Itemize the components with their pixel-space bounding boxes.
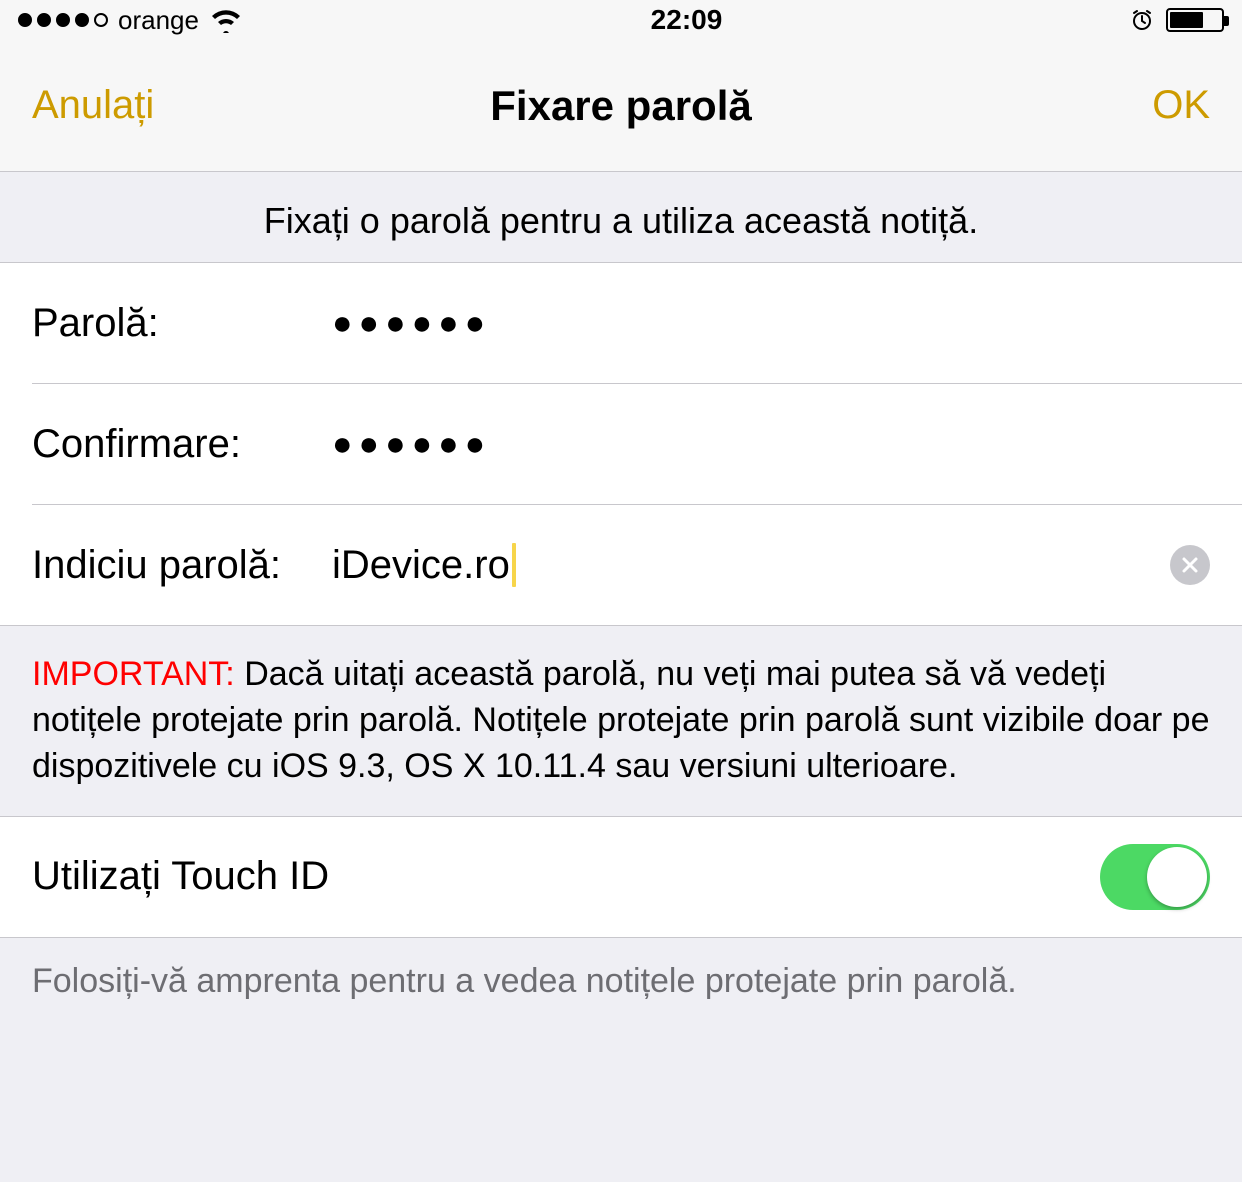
password-label: Parolă: [32,301,332,346]
done-button[interactable]: OK [1010,83,1210,128]
important-note: IMPORTANT: Dacă uitați această parolă, n… [0,626,1242,816]
hint-label: Indiciu parolă: [32,543,332,588]
password-field[interactable]: ●●●●●● [332,304,1210,343]
carrier-name: orange [118,5,199,36]
password-form-group: Parolă: ●●●●●● Confirmare: ●●●●●● Indici… [0,262,1242,626]
touchid-group: Utilizați Touch ID [0,816,1242,938]
clear-text-button[interactable] [1170,545,1210,585]
touchid-footer-text: Folosiți-vă amprenta pentru a vedea noti… [0,938,1242,1025]
hint-field[interactable]: iDevice.ro [332,543,510,588]
page-title: Fixare parolă [232,82,1010,130]
important-prefix: IMPORTANT: [32,655,235,693]
hint-row[interactable]: Indiciu parolă: iDevice.ro [0,505,1242,625]
confirm-field[interactable]: ●●●●●● [332,425,1210,464]
touchid-label: Utilizați Touch ID [32,854,329,899]
wifi-icon [209,7,243,33]
navigation-bar: Anulați Fixare parolă OK [0,40,1242,172]
alarm-icon [1130,8,1154,32]
status-time: 22:09 [243,4,1130,36]
signal-strength-icon [18,13,108,27]
touchid-toggle[interactable] [1100,844,1210,910]
confirm-label: Confirmare: [32,422,332,467]
cancel-button[interactable]: Anulați [32,83,232,128]
confirm-row[interactable]: Confirmare: ●●●●●● [0,384,1242,504]
password-row[interactable]: Parolă: ●●●●●● [0,263,1242,383]
section-prompt: Fixați o parolă pentru a utiliza această… [0,172,1242,262]
text-cursor [512,543,516,587]
touchid-row[interactable]: Utilizați Touch ID [0,817,1242,937]
status-bar: orange 22:09 [0,0,1242,40]
battery-icon [1166,8,1224,32]
